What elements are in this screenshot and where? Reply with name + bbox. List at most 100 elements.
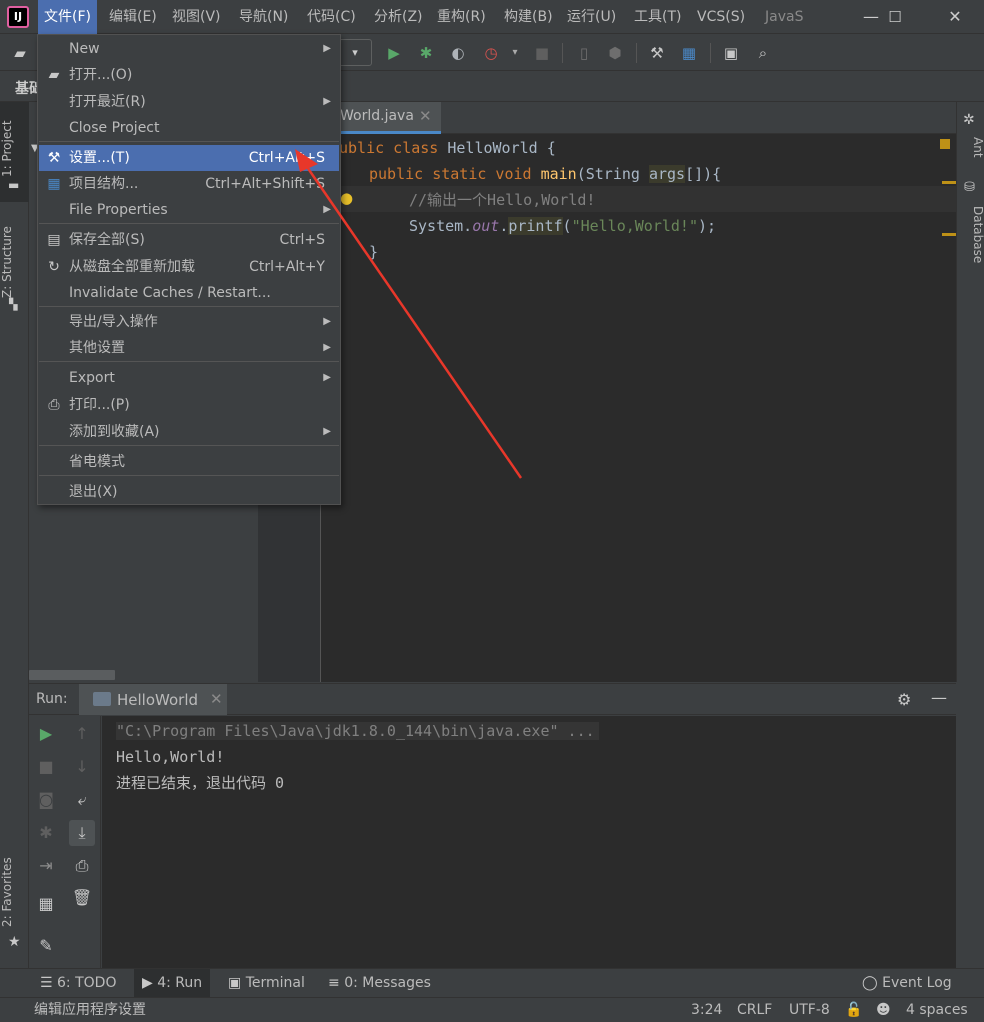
run-icon[interactable]: ▶ [384,43,404,63]
hide-panel-icon[interactable]: — [931,688,947,707]
trash-icon[interactable]: 🗑 [69,885,95,911]
file-menu-item[interactable]: ▤ 保存全部(S) Ctrl+S [39,227,339,253]
stop-icon[interactable]: ■ [532,43,552,63]
file-menu-item-label: Export [69,370,115,386]
tab-terminal[interactable]: ▣ Terminal [222,969,311,998]
wrench-icon[interactable]: ⚒ [647,43,667,63]
inspection-marker [940,139,950,149]
print-icon[interactable]: ⎙ [69,853,95,879]
file-menu-item-label: 省电模式 [69,454,125,470]
attach-icon[interactable]: ⬢ [605,43,625,63]
tab-messages[interactable]: ≡ 0: Messages [322,969,437,998]
open-folder-icon[interactable]: ▰ [10,43,30,63]
coverage-icon[interactable]: ◐ [448,43,468,63]
scroll-to-end-icon[interactable]: ⤓ [69,820,95,846]
code-text: System. [409,217,473,235]
menu-file[interactable]: 文件(F) [38,0,97,34]
project-scrollbar[interactable] [29,670,115,680]
layout-icon[interactable]: ▦ [33,891,59,917]
menu-analyze[interactable]: 分析(Z) [368,0,429,34]
camera-icon[interactable]: ◙ [33,787,59,813]
menu-vcs[interactable]: VCS(S) [691,0,751,34]
file-menu-item[interactable]: Export ▶ [39,365,339,391]
toolbar-separator [562,43,563,63]
file-menu-item[interactable]: 导出/导入操作 ▶ [39,309,339,335]
menu-build[interactable]: 构建(B) [498,0,559,34]
file-menu-item[interactable]: 省电模式 [39,449,339,475]
file-menu-item[interactable]: New ▶ [39,36,339,62]
menu-view[interactable]: 视图(V) [166,0,227,34]
lightbulb-icon[interactable]: ● [340,189,353,207]
search-icon[interactable]: ⌕ [753,43,773,63]
arrow-up-icon[interactable]: ↑ [69,721,95,747]
device-icon[interactable]: ▯ [574,43,594,63]
submenu-arrow-icon: ▶ [323,204,331,215]
code-method: main [540,165,577,183]
stop-icon[interactable]: ■ [33,754,59,780]
error-stripe-marker[interactable] [942,233,956,236]
file-menu-item[interactable]: 其他设置 ▶ [39,335,339,361]
debug-icon[interactable]: ✱ [33,820,59,846]
menu-run[interactable]: 运行(U) [561,0,622,34]
maximize-button[interactable]: ☐ [872,0,918,34]
menu-separator [39,223,339,224]
indent-setting[interactable]: 4 spaces [906,998,968,1022]
menu-separator [39,141,339,142]
close-icon[interactable]: ✕ [210,690,223,708]
console-output[interactable]: "C:\Program Files\Java\jdk1.8.0_144\bin\… [102,716,956,968]
line-separator[interactable]: CRLF [737,998,772,1022]
status-message: 编辑应用程序设置 [34,1002,146,1018]
file-menu-item[interactable]: ⚒ 设置...(T) Ctrl+Alt+S [39,145,339,171]
import-icon[interactable]: ⇥ [33,853,59,879]
file-encoding[interactable]: UTF-8 [789,998,830,1022]
code-text: (String [576,165,649,183]
menu-tools[interactable]: 工具(T) [628,0,687,34]
menu-code[interactable]: 代码(C) [301,0,362,34]
file-menu-item[interactable]: Close Project [39,115,339,141]
menu-navigate[interactable]: 导航(N) [233,0,294,34]
run-tab-helloworld[interactable]: HelloWorld ✕ [79,684,227,715]
file-menu-item[interactable]: 添加到收藏(A) ▶ [39,419,339,445]
chevron-down-icon[interactable]: ▾ [505,43,525,63]
tab-event-log[interactable]: ◯ Event Log [856,969,958,998]
run-panel-header: Run: HelloWorld ✕ ⚙ — [29,683,956,715]
error-stripe-marker[interactable] [942,181,956,184]
profile-icon[interactable]: ◷ [481,43,501,63]
tab-structure[interactable]: Z: Structure [0,212,29,312]
terminal-icon[interactable]: ▣ [721,43,741,63]
tab-run[interactable]: ▶ 4: Run [134,969,211,998]
tab-run-label: 4: Run [157,975,203,991]
tab-todo[interactable]: ☰ 6: TODO [34,969,122,998]
tab-ant[interactable]: Ant [957,132,984,162]
tab-favorites[interactable]: 2: Favorites [0,852,29,932]
file-menu-item[interactable]: File Properties ▶ [39,197,339,223]
file-menu-item[interactable]: ↻ 从磁盘全部重新加载 Ctrl+Alt+Y [39,254,339,280]
caret-position[interactable]: 3:24 [691,998,722,1022]
debug-icon[interactable]: ✱ [416,43,436,63]
run-label: Run: [36,691,68,707]
menu-edit[interactable]: 编辑(E) [103,0,163,34]
menu-refactor[interactable]: 重构(R) [431,0,492,34]
soft-wrap-icon[interactable]: ⤶ [69,787,95,813]
file-menu-item[interactable]: 退出(X) [39,479,339,505]
toolbar-separator [636,43,637,63]
file-menu-item[interactable]: ⎙ 打印...(P) [39,392,339,418]
gear-icon[interactable]: ⚙ [897,690,911,709]
lock-icon[interactable]: 🔓 [845,998,862,1022]
project-structure-icon[interactable]: ▦ [679,43,699,63]
inspector-icon[interactable]: ☻ [876,998,891,1022]
pin-icon[interactable]: ✎ [33,933,59,959]
arrow-down-icon[interactable]: ↓ [69,754,95,780]
close-button[interactable]: ✕ [932,0,978,34]
file-menu-item[interactable]: 打开最近(R) ▶ [39,89,339,115]
tab-database[interactable]: Database [957,200,984,270]
code-method: printf [508,217,563,235]
file-menu-item[interactable]: Invalidate Caches / Restart... [39,280,339,306]
file-menu-item[interactable]: ▰ 打开...(O) [39,62,339,88]
close-icon[interactable]: ✕ [419,107,432,125]
file-menu-item[interactable]: ▦ 项目结构... Ctrl+Alt+Shift+S [39,171,339,197]
rerun-icon[interactable]: ▶ [33,721,59,747]
code-line: public static void main(String args[]){ [369,161,721,187]
run-configuration-dropdown[interactable]: ▾ [338,39,372,66]
code-text: ( [562,217,572,235]
